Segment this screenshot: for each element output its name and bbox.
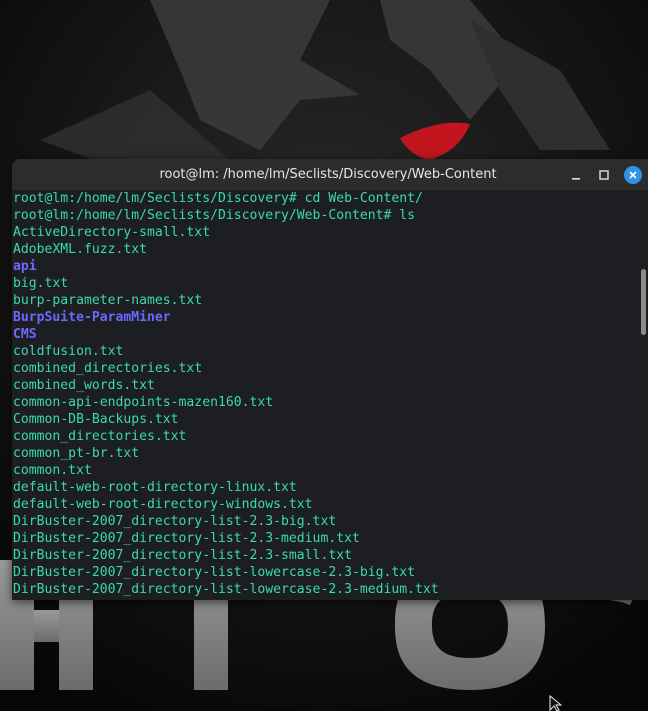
close-button-circle — [624, 165, 642, 184]
window-title: root@lm: /home/lm/Seclists/Discovery/Web… — [159, 167, 497, 182]
minimize-icon — [572, 177, 580, 180]
title-bar[interactable]: root@lm: /home/lm/Seclists/Discovery/Web… — [12, 159, 648, 190]
window-controls — [562, 159, 648, 190]
scrollbar-thumb[interactable] — [641, 269, 646, 335]
directory-entry: BurpSuite-ParamMiner — [13, 310, 171, 325]
terminal-lines: root@lm:/home/lm/Seclists/Discovery# cd … — [13, 190, 439, 598]
close-button[interactable] — [618, 159, 648, 190]
file-entry: big.txt — [13, 276, 69, 291]
file-entry: DirBuster-2007_directory-list-lowercase-… — [13, 582, 439, 597]
file-entry: DirBuster-2007_directory-list-2.3-small.… — [13, 548, 352, 563]
file-entry: common.txt — [13, 463, 92, 478]
minimize-button[interactable] — [562, 159, 590, 190]
terminal-prompt-line: root@lm:/home/lm/Seclists/Discovery/Web-… — [13, 208, 416, 223]
mouse-pointer-icon — [549, 695, 563, 711]
close-icon — [629, 170, 637, 179]
file-entry: default-web-root-directory-windows.txt — [13, 497, 313, 512]
terminal-window[interactable]: root@lm: /home/lm/Seclists/Discovery/Web… — [12, 159, 648, 600]
maximize-icon — [599, 169, 609, 180]
maximize-button[interactable] — [590, 159, 618, 190]
directory-entry: CMS — [13, 327, 37, 342]
file-entry: burp-parameter-names.txt — [13, 293, 203, 308]
directory-entry: api — [13, 259, 37, 274]
file-entry: Common-DB-Backups.txt — [13, 412, 179, 427]
file-entry: common_directories.txt — [13, 429, 187, 444]
terminal-prompt-line: root@lm:/home/lm/Seclists/Discovery# cd … — [13, 191, 423, 206]
file-entry: combined_words.txt — [13, 378, 155, 393]
file-entry: common-api-endpoints-mazen160.txt — [13, 395, 274, 410]
file-entry: AdobeXML.fuzz.txt — [13, 242, 148, 257]
file-entry: DirBuster-2007_directory-list-lowercase-… — [13, 565, 416, 580]
file-entry: ActiveDirectory-small.txt — [13, 225, 211, 240]
file-entry: DirBuster-2007_directory-list-2.3-medium… — [13, 531, 360, 546]
file-entry: default-web-root-directory-linux.txt — [13, 480, 297, 495]
file-entry: common_pt-br.txt — [13, 446, 140, 461]
file-entry: coldfusion.txt — [13, 344, 124, 359]
file-entry: DirBuster-2007_directory-list-2.3-big.tx… — [13, 514, 337, 529]
file-entry: combined_directories.txt — [13, 361, 203, 376]
terminal-output[interactable]: root@lm:/home/lm/Seclists/Discovery# cd … — [12, 190, 648, 600]
